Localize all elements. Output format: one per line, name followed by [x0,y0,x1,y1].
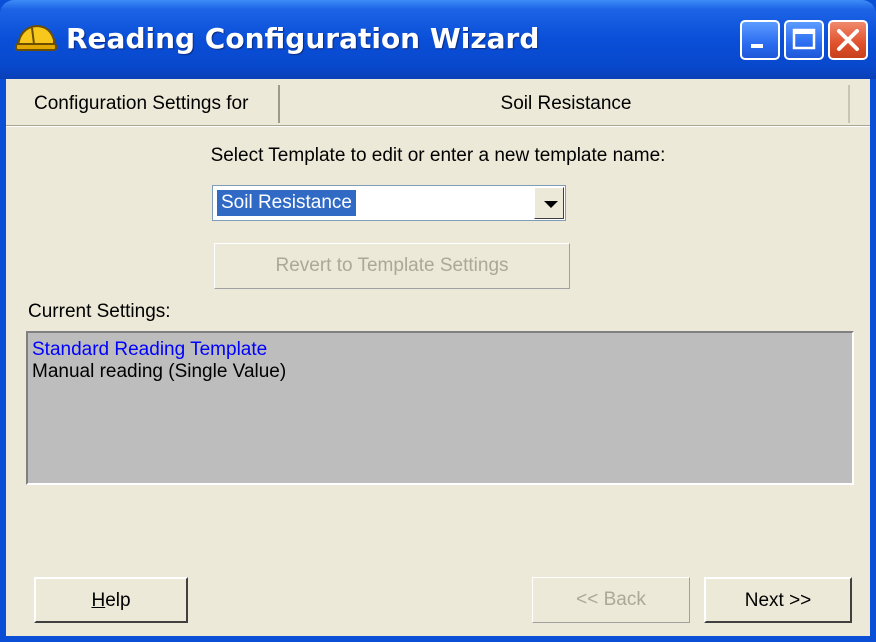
next-button[interactable]: Next >> [704,577,852,623]
close-button[interactable] [828,20,868,60]
window-title: Reading Configuration Wizard [66,22,540,55]
wizard-window: Reading Configuration Wizard Configurati… [0,0,876,642]
config-settings-label: Configuration Settings for [8,85,280,123]
help-button[interactable]: Help [34,577,188,623]
maximize-icon [792,28,816,50]
help-accel: H [91,590,106,611]
close-icon [837,29,859,51]
template-prompt: Select Template to edit or enter a new t… [210,145,666,166]
wizard-client-area: Configuration Settings for Soil Resistan… [6,79,870,636]
template-combobox-value[interactable]: Soil Resistance [217,190,356,216]
config-settings-value: Soil Resistance [284,85,850,123]
divider [6,125,870,127]
template-combobox[interactable]: Soil Resistance [212,185,566,221]
current-settings-box[interactable]: Standard Reading Template Manual reading… [26,331,854,485]
title-bar[interactable]: Reading Configuration Wizard [0,0,876,79]
settings-reading-line: Manual reading (Single Value) [32,361,287,382]
chevron-down-icon [544,201,558,208]
help-label: elp [105,590,131,611]
current-settings-label: Current Settings: [28,301,171,322]
hardhat-icon [15,24,57,51]
settings-template-line: Standard Reading Template [32,339,268,360]
minimize-button[interactable] [740,20,780,60]
revert-to-template-button[interactable]: Revert to Template Settings [214,243,570,289]
combobox-dropdown-button[interactable] [534,187,564,219]
back-button[interactable]: << Back [532,577,690,623]
maximize-button[interactable] [784,20,824,60]
minimize-icon [751,44,763,48]
config-settings-bar: Configuration Settings for Soil Resistan… [6,79,870,124]
